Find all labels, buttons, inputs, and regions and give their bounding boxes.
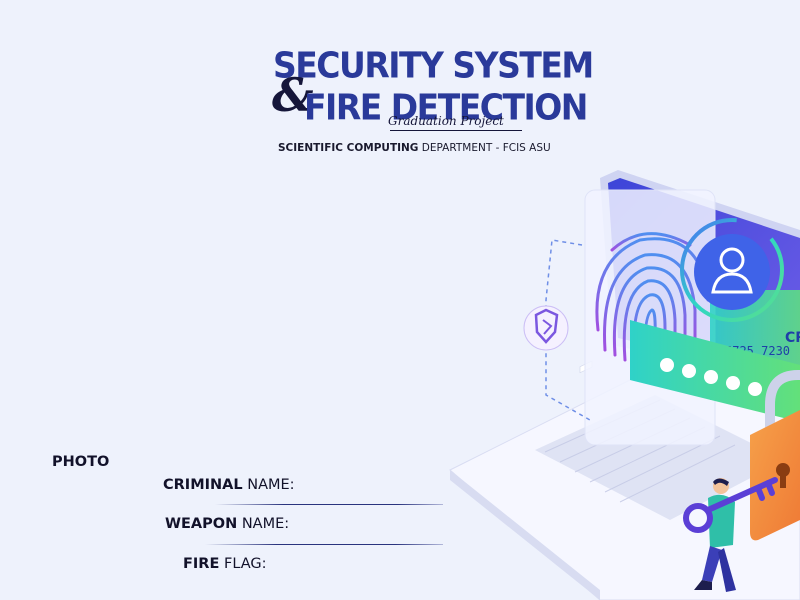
criminal-name-label: CRIMINAL NAME: (163, 477, 295, 493)
fire-rest: FLAG: (219, 556, 267, 572)
fire-flag-label: FIRE FLAG: (183, 556, 267, 572)
photo-label-text: PHOTO (52, 454, 110, 470)
fire-bold: FIRE (183, 556, 220, 572)
criminal-name-line[interactable] (215, 504, 443, 505)
weapon-name-label: WEAPON NAME: (165, 516, 289, 532)
weapon-rest: NAME: (237, 516, 290, 532)
security-illustration: 5725 7230 CR (449, 170, 800, 600)
criminal-bold: CRIMINAL (163, 477, 243, 493)
graduation-project-subtitle: Graduation Project (388, 114, 504, 128)
card-partial: CR (785, 330, 800, 346)
title-block: SECURITY SYSTEM & FIRE DETECTION Graduat… (270, 44, 594, 164)
shield-icon (523, 305, 569, 351)
weapon-bold: WEAPON (165, 516, 238, 532)
criminal-rest: NAME: (242, 477, 295, 493)
subtitle-underline (390, 130, 522, 131)
title-security-system: SECURITY SYSTEM (273, 44, 594, 87)
department-bold: SCIENTIFIC COMPUTING (278, 142, 419, 154)
weapon-name-line[interactable] (205, 544, 443, 545)
photo-label: PHOTO (52, 454, 109, 470)
